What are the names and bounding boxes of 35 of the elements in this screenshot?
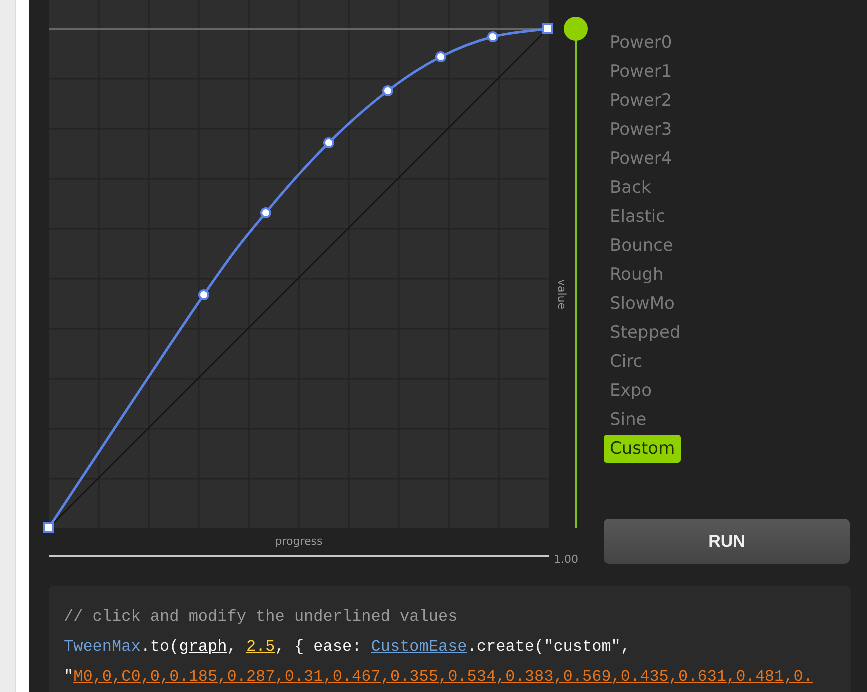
ease-option[interactable]: Back bbox=[604, 174, 658, 203]
code-line: TweenMax.to(graph, 2.5, { ease: CustomEase.create("custom", bbox=[64, 637, 632, 658]
slider-thumb[interactable] bbox=[564, 17, 588, 41]
control-point[interactable] bbox=[488, 32, 498, 42]
ease-option[interactable]: Circ bbox=[604, 348, 649, 377]
control-point[interactable] bbox=[324, 138, 334, 148]
ease-option[interactable]: Stepped bbox=[604, 319, 687, 348]
axis-label: progress bbox=[275, 535, 323, 549]
code-link[interactable]: M0,0,C0,0,0.185,0.287,0.31,0.467,0.355,0.534,0.383,0.569,0.435,0.631,0.481,0. bbox=[74, 668, 813, 686]
ease-option[interactable]: Expo bbox=[604, 377, 658, 406]
ease-option[interactable]: Power1 bbox=[604, 58, 678, 87]
code-line: "M0,0,C0,0,0.185,0.287,0.31,0.467,0.355,0.534,0.383,0.569,0.435,0.631,0.481,0. bbox=[64, 667, 814, 688]
control-point[interactable] bbox=[382, 86, 394, 96]
progress-value: 1.00 bbox=[554, 553, 578, 566]
run-button[interactable]: RUN bbox=[604, 519, 850, 564]
ease-option[interactable]: Power3 bbox=[604, 116, 678, 145]
ease-option[interactable]: Power4 bbox=[604, 145, 678, 174]
axis-label: value bbox=[556, 278, 568, 310]
ease-option[interactable]: Elastic bbox=[604, 203, 672, 232]
anchor-handle[interactable] bbox=[542, 24, 554, 34]
anchor-handle[interactable] bbox=[44, 522, 54, 534]
ease-option[interactable]: Power0 bbox=[604, 29, 678, 58]
ease-option[interactable]: Bounce bbox=[604, 232, 680, 261]
control-point[interactable] bbox=[436, 52, 446, 62]
ease-option[interactable]: SlowMo bbox=[604, 290, 681, 319]
ease-option[interactable]: Rough bbox=[604, 261, 670, 290]
ease-option[interactable]: Power2 bbox=[604, 87, 678, 116]
control-point[interactable] bbox=[198, 290, 210, 300]
control-point[interactable] bbox=[260, 208, 272, 218]
code-link[interactable]: 2.5 bbox=[246, 638, 276, 656]
code-link[interactable]: graph bbox=[179, 638, 228, 656]
code-link[interactable]: CustomEase bbox=[371, 638, 468, 656]
ease-option[interactable]: Sine bbox=[604, 406, 653, 435]
ease-option[interactable]: Custom bbox=[604, 435, 682, 463]
code-comment: // click and modify the underlined values bbox=[64, 607, 459, 628]
